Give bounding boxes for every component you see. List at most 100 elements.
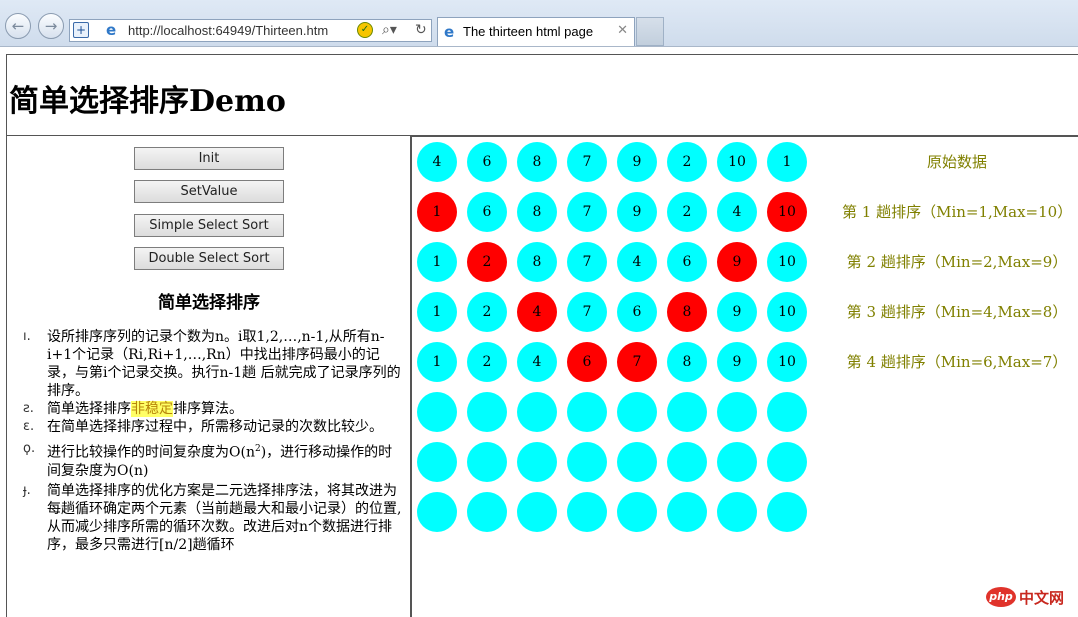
ball xyxy=(567,392,607,432)
ball: 9 xyxy=(717,342,757,382)
ball xyxy=(517,492,557,532)
ball: 9 xyxy=(617,192,657,232)
ball xyxy=(567,492,607,532)
close-icon[interactable]: ✕ xyxy=(617,23,628,38)
ball-row: 1 2 4 7 6 8 9 10 xyxy=(417,292,817,332)
ball-row xyxy=(417,392,817,432)
page-title: 简单选择排序Demo xyxy=(9,84,286,119)
ball xyxy=(667,492,707,532)
list-number: ϙ. xyxy=(23,441,36,456)
ball: 9 xyxy=(717,292,757,332)
ball: 7 xyxy=(567,142,607,182)
ball: 10 xyxy=(767,242,807,282)
compatibility-icon[interactable]: ✓ xyxy=(357,22,373,38)
security-icon[interactable]: + xyxy=(73,22,89,38)
ball: 8 xyxy=(517,142,557,182)
pass-label: 第 3 趟排序（Min=4,Max=8） xyxy=(846,303,1068,321)
ball xyxy=(717,442,757,482)
ball-row xyxy=(417,492,817,532)
note-text: 设所排序序列的记录个数为n。i取1,2,…,n-1,从所有n-i+1个记录（Ri… xyxy=(47,329,401,399)
ball-highlighted: 2 xyxy=(467,242,507,282)
ball-row xyxy=(417,442,817,482)
list-number: ƨ. xyxy=(23,401,34,416)
list-item: ɟ. 简单选择排序的优化方案是二元选择排序法，将其改进为每趟循环确定两个元素（当… xyxy=(7,482,405,554)
page-header: 简单选择排序Demo xyxy=(6,54,1078,136)
ball-row: 4 6 8 7 9 2 10 1 xyxy=(417,142,817,182)
ball: 10 xyxy=(767,342,807,382)
ball: 6 xyxy=(467,192,507,232)
ball-row: 1 2 8 7 4 6 9 10 xyxy=(417,242,817,282)
ball: 9 xyxy=(617,142,657,182)
ball: 1 xyxy=(417,292,457,332)
ball xyxy=(717,392,757,432)
ball: 1 xyxy=(417,242,457,282)
note-text: 排序算法。 xyxy=(173,401,243,417)
ball: 4 xyxy=(717,192,757,232)
section-title: 简单选择排序 xyxy=(158,293,260,313)
ball xyxy=(767,392,807,432)
ball xyxy=(617,392,657,432)
list-item: ı. 设所排序序列的记录个数为n。i取1,2,…,n-1,从所有n-i+1个记录… xyxy=(7,328,405,400)
list-item: ɛ. 在简单选择排序过程中，所需移动记录的次数比较少。 xyxy=(7,418,405,436)
ball xyxy=(467,492,507,532)
ball xyxy=(567,442,607,482)
list-number: ı. xyxy=(23,329,31,344)
browser-toolbar: ← → + e http://localhost:64949/Thirteen.… xyxy=(0,0,1078,47)
search-icon[interactable]: ⌕▾ xyxy=(382,22,397,38)
double-select-sort-button[interactable]: Double Select Sort xyxy=(134,247,284,270)
ball xyxy=(517,392,557,432)
ball: 4 xyxy=(617,242,657,282)
note-text: 简单选择排序 xyxy=(47,401,131,417)
control-panel: Init SetValue Simple Select Sort Double … xyxy=(6,136,412,617)
ball: 8 xyxy=(517,192,557,232)
ball-highlighted: 1 xyxy=(417,192,457,232)
ball: 10 xyxy=(717,142,757,182)
ball-highlighted: 4 xyxy=(517,292,557,332)
ball-row: 1 2 4 6 7 8 9 10 xyxy=(417,342,817,382)
forward-icon[interactable]: → xyxy=(38,13,64,39)
ball-row: 1 6 8 7 9 2 4 10 xyxy=(417,192,817,232)
pass-label: 第 1 趟排序（Min=1,Max=10） xyxy=(842,203,1073,221)
new-tab-button[interactable] xyxy=(636,17,664,46)
ball xyxy=(467,392,507,432)
ball: 8 xyxy=(517,242,557,282)
ball-highlighted: 10 xyxy=(767,192,807,232)
refresh-icon[interactable]: ↻ xyxy=(415,22,427,38)
note-text: 简单选择排序的优化方案是二元选择排序法，将其改进为每趟循环确定两个元素（当前趟最… xyxy=(47,482,402,553)
address-url[interactable]: http://localhost:64949/Thirteen.htm xyxy=(128,23,328,38)
ball-highlighted: 6 xyxy=(567,342,607,382)
ball: 6 xyxy=(617,292,657,332)
simple-select-sort-button[interactable]: Simple Select Sort xyxy=(134,214,284,237)
ball xyxy=(617,442,657,482)
list-item: ƨ. 简单选择排序非稳定排序算法。 xyxy=(7,400,405,418)
pass-label: 第 4 趟排序（Min=6,Max=7） xyxy=(846,353,1068,371)
ball xyxy=(667,392,707,432)
list-number: ɟ. xyxy=(23,482,31,498)
php-logo-icon: php xyxy=(986,587,1016,607)
ball xyxy=(767,492,807,532)
ball: 7 xyxy=(567,292,607,332)
notes-list: ı. 设所排序序列的记录个数为n。i取1,2,…,n-1,从所有n-i+1个记录… xyxy=(7,328,405,554)
init-button[interactable]: Init xyxy=(134,147,284,170)
ball: 2 xyxy=(667,192,707,232)
note-text: 在简单选择排序过程中，所需移动记录的次数比较少。 xyxy=(47,419,383,435)
address-bar[interactable]: + e http://localhost:64949/Thirteen.htm … xyxy=(69,19,432,42)
ball-highlighted: 7 xyxy=(617,342,657,382)
ball: 1 xyxy=(417,342,457,382)
ball xyxy=(517,442,557,482)
ball: 2 xyxy=(467,342,507,382)
ball xyxy=(417,442,457,482)
highlighted-text: 非稳定 xyxy=(131,401,173,417)
ball xyxy=(667,442,707,482)
ball: 8 xyxy=(667,342,707,382)
list-item: ϙ. 进行比较操作的时间复杂度为O(n2)，进行移动操作的时间复杂度为O(n) xyxy=(7,440,405,480)
ball: 10 xyxy=(767,292,807,332)
browser-tab[interactable]: e The thirteen html page ✕ xyxy=(437,17,635,46)
ball: 1 xyxy=(767,142,807,182)
ball: 2 xyxy=(667,142,707,182)
tab-title: The thirteen html page xyxy=(463,24,594,39)
back-icon[interactable]: ← xyxy=(5,13,31,39)
set-value-button[interactable]: SetValue xyxy=(134,180,284,203)
ball xyxy=(767,442,807,482)
ball: 4 xyxy=(417,142,457,182)
